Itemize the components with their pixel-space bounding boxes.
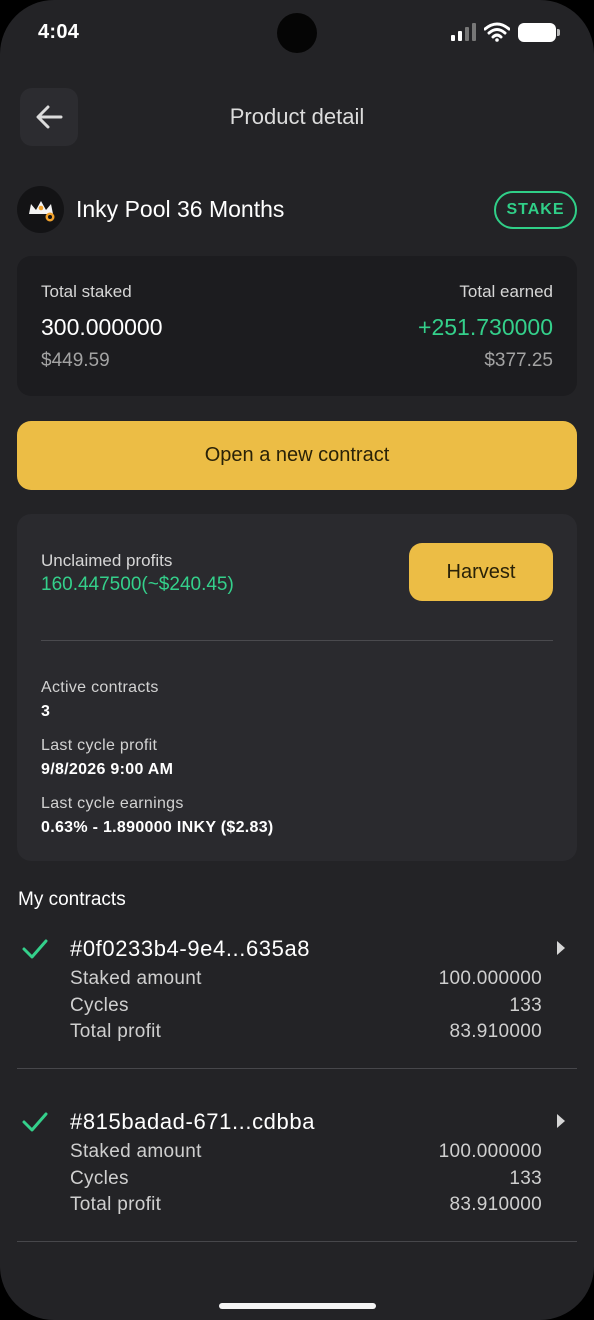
- cycles-value: 133: [509, 995, 542, 1016]
- wifi-icon: [484, 22, 510, 42]
- stake-badge: STAKE: [494, 191, 577, 229]
- last-cycle-earnings-label: Last cycle earnings: [41, 795, 184, 812]
- harvest-button[interactable]: Harvest: [409, 543, 553, 601]
- inky-logo-icon: [17, 186, 64, 233]
- staked-amount-value: 100.000000: [438, 968, 542, 989]
- page-title: Product detail: [229, 104, 365, 129]
- staked-amount-value: 100.000000: [438, 1141, 542, 1162]
- open-new-contract-button[interactable]: Open a new contract: [17, 421, 577, 490]
- staked-amount-label: Staked amount: [70, 1141, 202, 1162]
- last-cycle-earnings-value: 0.63% - 1.890000 INKY ($2.83): [41, 819, 274, 836]
- cycles-label: Cycles: [70, 995, 129, 1016]
- total-profit-value: 83.910000: [449, 1021, 542, 1042]
- signal-icon: [451, 23, 476, 41]
- total-staked-usd: $449.59: [41, 350, 110, 371]
- contract-id: #815badad-671...cdbba: [70, 1109, 316, 1134]
- last-cycle-profit-label: Last cycle profit: [41, 737, 158, 754]
- cycles-label: Cycles: [70, 1168, 129, 1189]
- active-contracts-label: Active contracts: [41, 679, 159, 696]
- home-indicator[interactable]: [219, 1303, 376, 1309]
- total-staked-label: Total staked: [41, 282, 132, 301]
- contract-id: #0f0233b4-9e4...635a8: [70, 936, 311, 961]
- total-staked-value: 300.000000: [41, 314, 163, 340]
- unclaimed-profits-value: 160.447500(~$240.45): [41, 574, 234, 595]
- check-icon: [22, 1112, 48, 1132]
- status-time: 4:04: [38, 21, 80, 43]
- active-contracts-value: 3: [41, 703, 51, 720]
- profits-card: Unclaimed profits 160.447500(~$240.45) H…: [17, 514, 577, 861]
- contract-item[interactable]: #0f0233b4-9e4...635a8 Staked amount 100.…: [17, 922, 577, 1069]
- product-name: Inky Pool 36 Months: [76, 196, 285, 222]
- total-profit-value: 83.910000: [449, 1194, 542, 1215]
- cycles-value: 133: [509, 1168, 542, 1189]
- my-contracts-title: My contracts: [18, 889, 126, 910]
- summary-card: Total staked 300.000000 $449.59 Total ea…: [17, 256, 577, 396]
- total-earned-usd: $377.25: [484, 350, 553, 371]
- last-cycle-profit-value: 9/8/2026 9:00 AM: [41, 761, 174, 778]
- total-profit-label: Total profit: [70, 1021, 162, 1042]
- total-earned-value: +251.730000: [418, 314, 553, 340]
- chevron-right-icon[interactable]: [557, 1114, 565, 1128]
- check-icon: [22, 939, 48, 959]
- divider: [41, 640, 553, 641]
- chevron-right-icon[interactable]: [557, 941, 565, 955]
- staked-amount-label: Staked amount: [70, 968, 202, 989]
- app-screen: 4:04 Product detail Inky Pool 36 Months …: [0, 0, 594, 1320]
- status-icons: [451, 22, 560, 42]
- total-profit-label: Total profit: [70, 1194, 162, 1215]
- battery-icon: [518, 22, 560, 42]
- unclaimed-profits-label: Unclaimed profits: [41, 551, 173, 570]
- camera-cutout: [277, 13, 317, 53]
- total-earned-label: Total earned: [459, 282, 553, 301]
- contract-item[interactable]: #815badad-671...cdbba Staked amount 100.…: [17, 1095, 577, 1242]
